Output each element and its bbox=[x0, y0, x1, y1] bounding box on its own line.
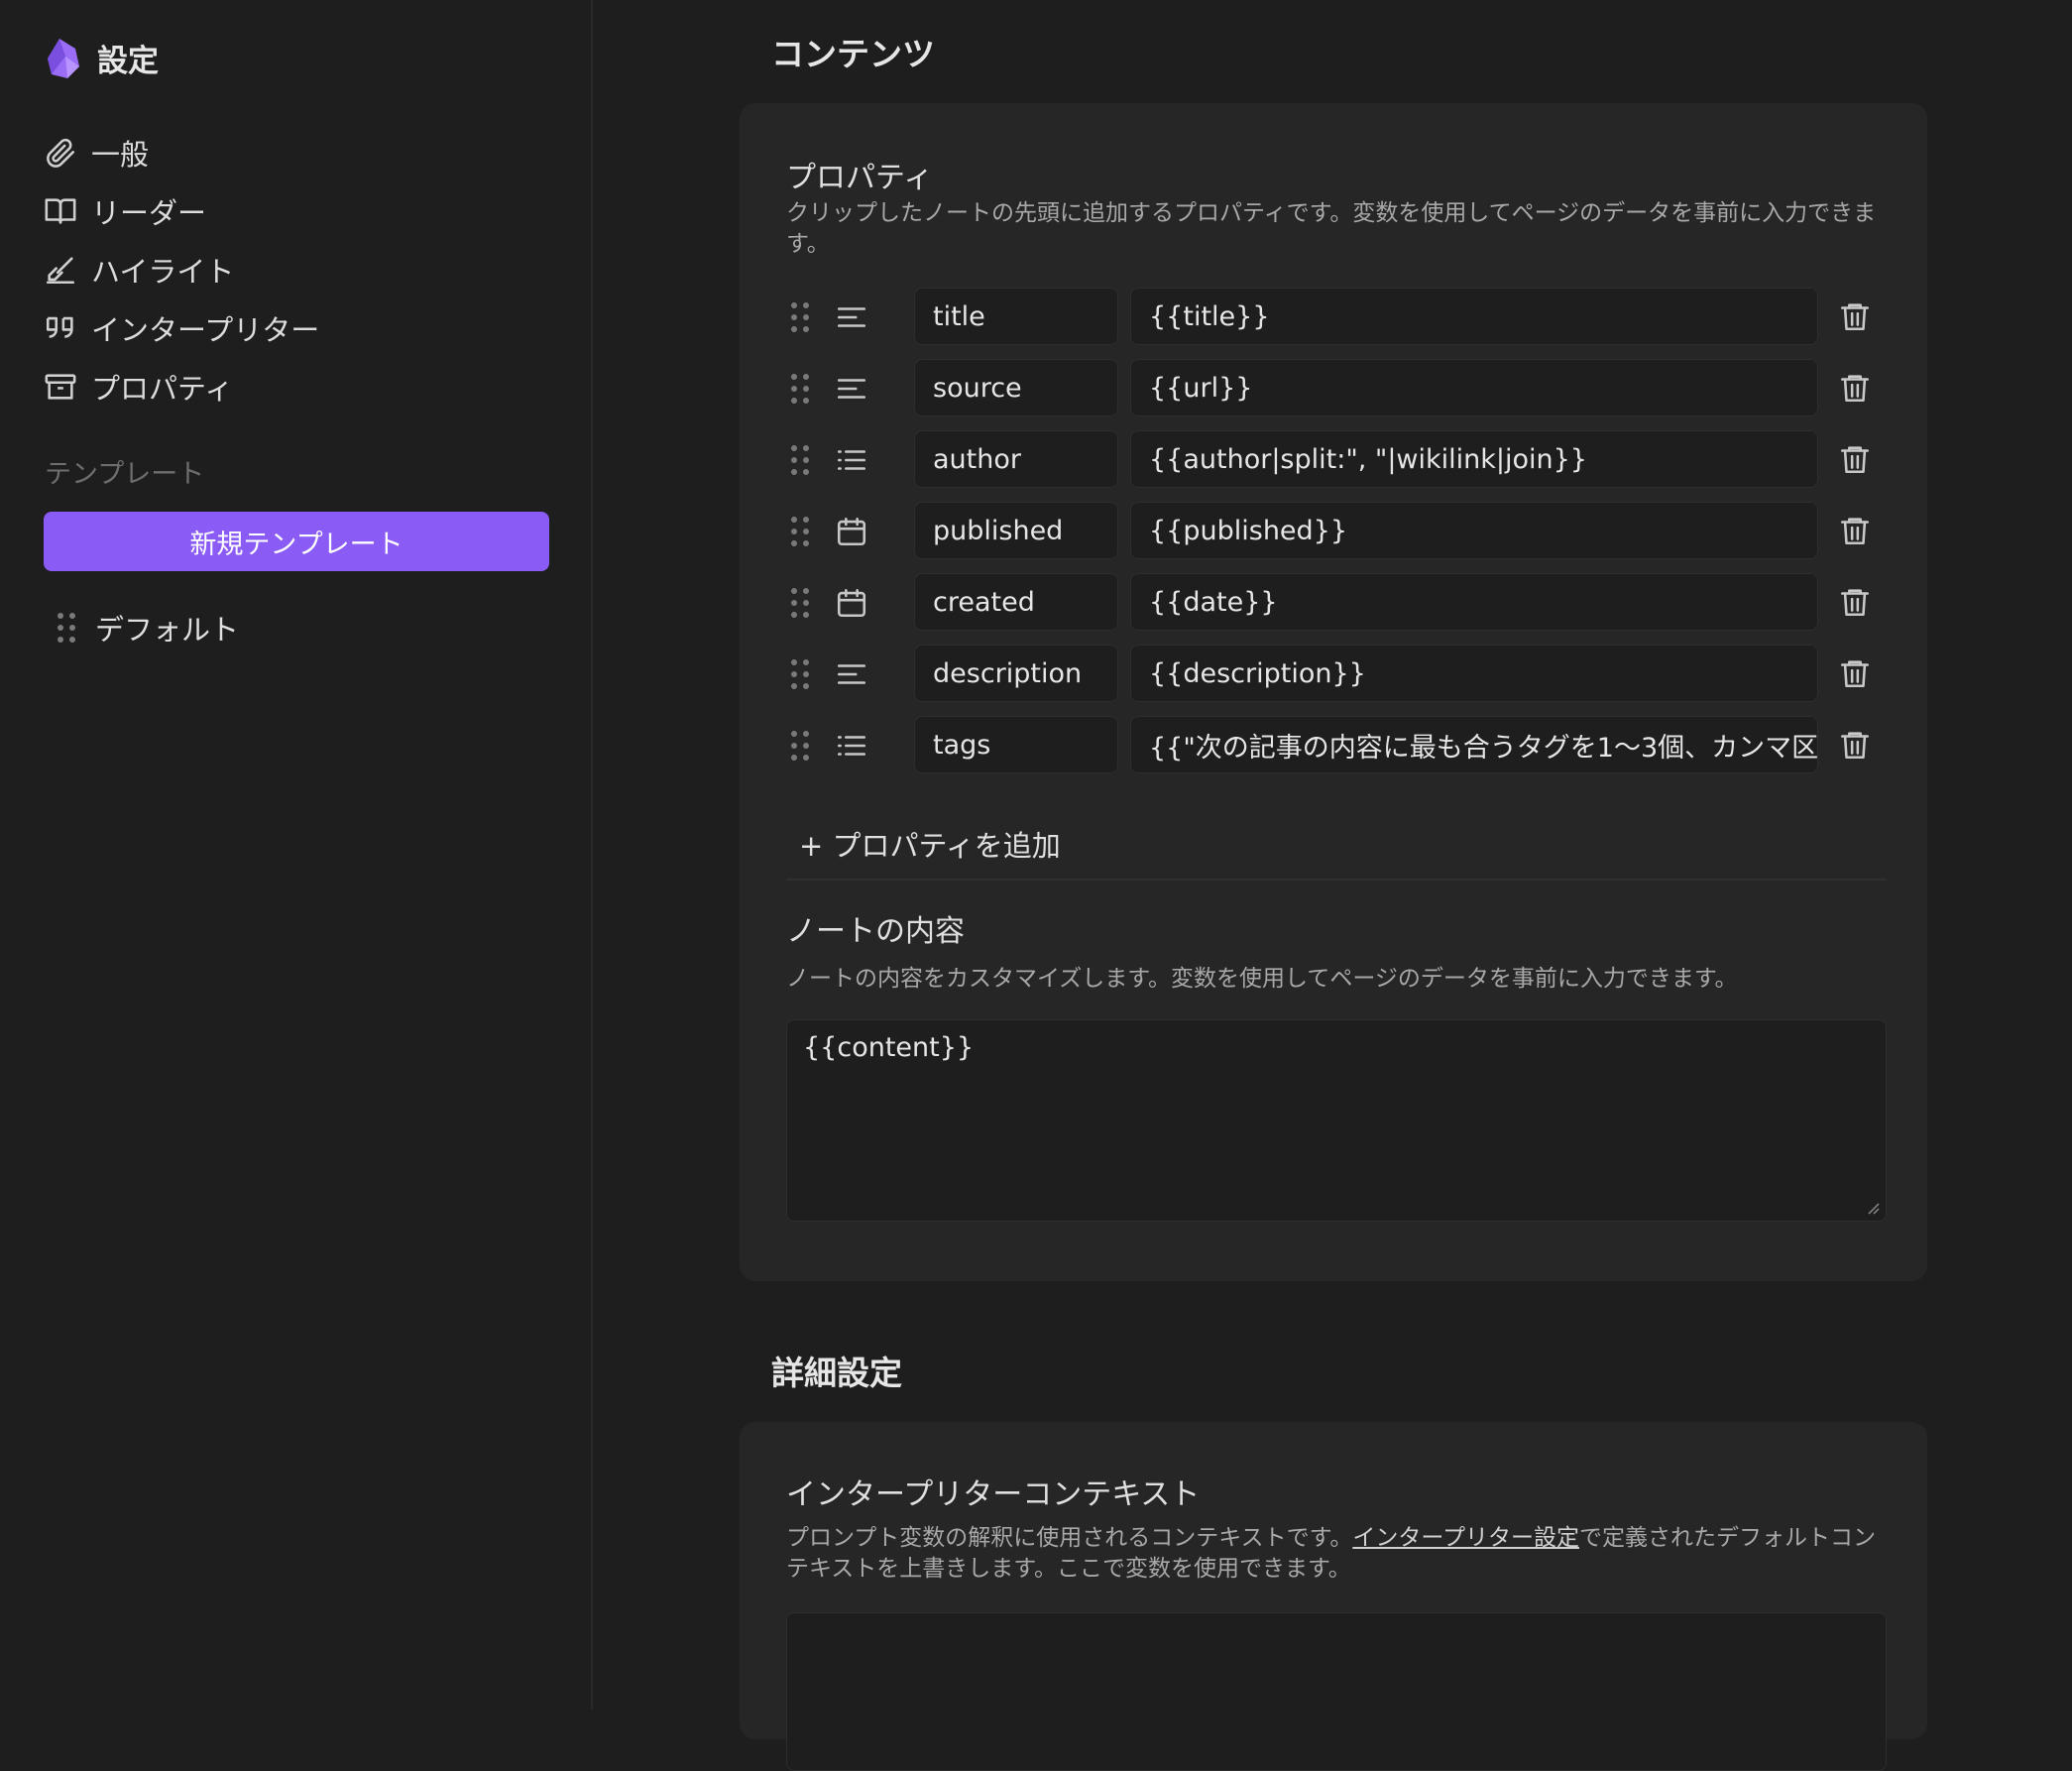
main-content: コンテンツ プロパティ クリップしたノートの先頭に追加するプロパティです。変数を… bbox=[593, 0, 2072, 1771]
properties-description: クリップしたノートの先頭に追加するプロパティです。変数を使用してページのデータを… bbox=[786, 200, 1877, 257]
interpreter-context-title: インタープリターコンテキスト bbox=[786, 1477, 1201, 1512]
nav-label: リーダー bbox=[91, 195, 207, 230]
property-value-field[interactable]: {{title}} bbox=[1130, 288, 1818, 345]
property-name-field[interactable]: description bbox=[914, 645, 1118, 702]
trash-icon[interactable] bbox=[1838, 371, 1872, 405]
property-row: author {{author|split:", "|wikilink|join… bbox=[787, 430, 1888, 490]
template-label: デフォルト bbox=[95, 613, 240, 647]
properties-title: プロパティ bbox=[786, 161, 934, 195]
property-value-field[interactable]: {{published}} bbox=[1130, 502, 1818, 559]
note-content-description: ノートの内容をカスタマイズします。変数を使用してページのデータを事前に入力できま… bbox=[786, 966, 1738, 992]
interpreter-context-card: インタープリターコンテキスト プロンプト変数の解釈に使用されるコンテキストです。… bbox=[740, 1422, 1927, 1771]
interpreter-settings-link[interactable]: インタープリター設定 bbox=[1352, 1525, 1579, 1551]
trash-icon[interactable] bbox=[1838, 656, 1872, 690]
book-open-icon bbox=[45, 197, 76, 224]
property-value-field[interactable]: {{date}} bbox=[1130, 573, 1818, 631]
drag-handle-icon[interactable] bbox=[791, 445, 809, 475]
property-name-field[interactable]: created bbox=[914, 573, 1118, 631]
property-value-field[interactable]: {{url}} bbox=[1130, 359, 1818, 416]
templates-section-label: テンプレート bbox=[45, 459, 205, 490]
new-template-button[interactable]: 新規テンプレート bbox=[44, 512, 549, 571]
note-content-textarea[interactable]: {{content}} bbox=[786, 1019, 1887, 1222]
property-row: tags {{"次の記事の内容に最も合うタグを1〜3個、カンマ区切 bbox=[787, 716, 1888, 775]
template-item-default[interactable]: デフォルト bbox=[58, 607, 239, 649]
drag-handle-icon[interactable] bbox=[791, 517, 809, 546]
property-row: description {{description}} bbox=[787, 645, 1888, 704]
drag-handle-icon[interactable] bbox=[791, 659, 809, 689]
drag-handle-icon[interactable] bbox=[58, 613, 75, 643]
nav-item-highlights[interactable]: ハイライト bbox=[44, 240, 319, 298]
sidebar-nav: 一般 リーダー ハイライト インタープリター プロパティ bbox=[44, 123, 319, 415]
property-row: published {{published}} bbox=[787, 502, 1888, 561]
nav-item-properties[interactable]: プロパティ bbox=[44, 357, 319, 415]
property-value-field[interactable]: {{"次の記事の内容に最も合うタグを1〜3個、カンマ区切 bbox=[1130, 716, 1818, 773]
nav-label: プロパティ bbox=[91, 371, 234, 406]
list-icon[interactable] bbox=[835, 443, 868, 477]
nav-item-general[interactable]: 一般 bbox=[44, 123, 319, 181]
description-text: プロンプト変数の解釈に使用されるコンテキストです。 bbox=[786, 1525, 1353, 1551]
property-value-field[interactable]: {{description}} bbox=[1130, 645, 1818, 702]
add-property-button[interactable]: + プロパティを追加 bbox=[799, 823, 1061, 865]
interpreter-context-description: プロンプト変数の解釈に使用されるコンテキストです。インタープリター設定で定義され… bbox=[786, 1523, 1887, 1585]
drag-handle-icon[interactable] bbox=[791, 731, 809, 761]
property-row: created {{date}} bbox=[787, 573, 1888, 633]
nav-item-interpreter[interactable]: インタープリター bbox=[44, 298, 319, 357]
property-name-field[interactable]: title bbox=[914, 288, 1118, 345]
obsidian-logo-icon bbox=[46, 37, 81, 80]
brand: 設定 bbox=[46, 36, 159, 80]
nav-label: 一般 bbox=[91, 137, 150, 172]
drag-handle-icon[interactable] bbox=[791, 374, 809, 404]
interpreter-context-textarea[interactable] bbox=[786, 1612, 1887, 1771]
property-row: source {{url}} bbox=[787, 359, 1888, 418]
property-name-field[interactable]: tags bbox=[914, 716, 1118, 773]
quote-icon bbox=[46, 316, 73, 338]
trash-icon[interactable] bbox=[1838, 299, 1872, 333]
note-content-value: {{content}} bbox=[803, 1032, 975, 1063]
property-name-field[interactable]: published bbox=[914, 502, 1118, 559]
properties-card: プロパティ クリップしたノートの先頭に追加するプロパティです。変数を使用してペー… bbox=[740, 103, 1927, 1281]
trash-icon[interactable] bbox=[1838, 514, 1872, 547]
nav-label: インタープリター bbox=[91, 312, 320, 347]
text-icon[interactable] bbox=[835, 300, 868, 334]
text-icon[interactable] bbox=[835, 657, 868, 691]
property-row: title {{title}} bbox=[787, 288, 1888, 347]
note-content-title: ノートの内容 bbox=[786, 914, 965, 949]
sidebar: 設定 一般 リーダー ハイライト インタープリター プロパティ テンプレート 新… bbox=[0, 0, 593, 1710]
content-heading: コンテンツ bbox=[771, 35, 935, 73]
advanced-heading: 詳細設定 bbox=[771, 1354, 902, 1392]
nav-item-reader[interactable]: リーダー bbox=[44, 181, 319, 240]
paperclip-icon bbox=[47, 138, 75, 168]
property-value-field[interactable]: {{author|split:", "|wikilink|join}} bbox=[1130, 430, 1818, 488]
nav-label: ハイライト bbox=[91, 254, 235, 289]
property-name-field[interactable]: author bbox=[914, 430, 1118, 488]
text-icon[interactable] bbox=[835, 372, 868, 406]
calendar-icon[interactable] bbox=[835, 586, 868, 620]
divider bbox=[786, 879, 1887, 881]
property-name-field[interactable]: source bbox=[914, 359, 1118, 416]
drag-handle-icon[interactable] bbox=[791, 588, 809, 618]
highlighter-icon bbox=[46, 256, 75, 284]
calendar-icon[interactable] bbox=[835, 515, 868, 548]
resize-grip-icon[interactable] bbox=[1864, 1199, 1880, 1215]
trash-icon[interactable] bbox=[1838, 585, 1872, 619]
drag-handle-icon[interactable] bbox=[791, 302, 809, 332]
trash-icon[interactable] bbox=[1838, 728, 1872, 762]
archive-icon bbox=[45, 373, 76, 400]
list-icon[interactable] bbox=[835, 729, 868, 763]
trash-icon[interactable] bbox=[1838, 442, 1872, 476]
settings-title: 設定 bbox=[97, 44, 159, 79]
